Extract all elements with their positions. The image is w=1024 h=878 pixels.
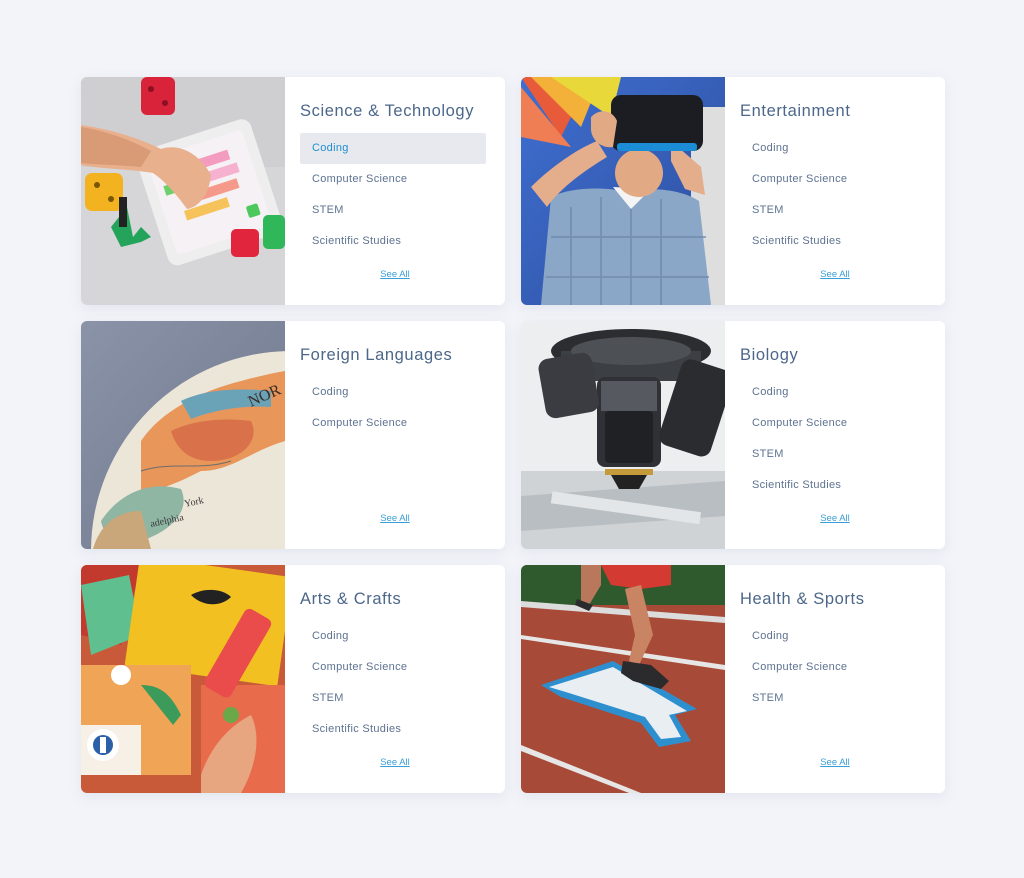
card-subcategory-list: Coding Computer Science STEM Scientific Stu… — [300, 621, 489, 745]
subcategory-link[interactable]: Scientific Studies — [300, 714, 486, 745]
subcategory-link[interactable]: Computer Science — [740, 164, 926, 195]
subcategory-link[interactable]: STEM — [740, 439, 926, 470]
card-title: Arts & Crafts — [300, 590, 402, 608]
card-title: Entertainment — [740, 102, 851, 120]
see-all-link[interactable]: See All — [725, 757, 945, 768]
running-track-photo — [521, 565, 725, 793]
subcategory-link[interactable]: Computer Science — [740, 652, 926, 683]
subcategory-link[interactable]: Scientific Studies — [740, 470, 926, 501]
see-all-link[interactable]: See All — [285, 269, 505, 280]
category-card-3: Biology Coding Computer Science STEM Scient… — [521, 321, 945, 549]
card-title: Health & Sports — [740, 590, 865, 608]
paper-crafts-photo — [81, 565, 285, 793]
microscope-photo — [521, 321, 725, 549]
card-info: Entertainment Coding Computer Science STEM… — [725, 77, 945, 305]
subcategory-link[interactable]: Scientific Studies — [740, 226, 926, 257]
category-card-4: Arts & Crafts Coding Computer Science STEM… — [81, 565, 505, 793]
category-card-1: Entertainment Coding Computer Science STEM… — [521, 77, 945, 305]
card-info: Biology Coding Computer Science STEM Scient… — [725, 321, 945, 549]
see-all-link[interactable]: See All — [725, 269, 945, 280]
card-title: Biology — [740, 346, 799, 364]
subcategory-link[interactable]: Coding — [300, 377, 486, 408]
subcategory-link[interactable]: Coding — [740, 621, 926, 652]
see-all-link[interactable]: See All — [285, 513, 505, 524]
card-subcategory-list: Coding Computer Science — [300, 377, 489, 439]
card-subcategory-list: Coding Computer Science STEM Scientific Stu… — [740, 377, 929, 501]
subcategory-link[interactable]: Coding — [300, 621, 486, 652]
globe-photo: NOR York adelphia — [81, 321, 285, 549]
category-card-5: Health & Sports Coding Computer Science ST… — [521, 565, 945, 793]
card-info: Foreign Languages Coding Computer Science… — [285, 321, 505, 549]
card-info: Arts & Crafts Coding Computer Science STEM… — [285, 565, 505, 793]
see-all-link[interactable]: See All — [285, 757, 505, 768]
kid-tablet-coding-photo — [81, 77, 285, 305]
subcategory-link[interactable]: Computer Science — [300, 652, 486, 683]
subcategory-link[interactable]: Scientific Studies — [300, 226, 486, 257]
subcategory-link[interactable]: Computer Science — [300, 164, 486, 195]
vr-headset-child-photo — [521, 77, 725, 305]
subcategory-link[interactable]: STEM — [740, 683, 926, 714]
card-subcategory-list: Coding Computer Science STEM — [740, 621, 929, 714]
category-card-2: NOR York adelphia Foreign Languages Codi… — [81, 321, 505, 549]
subcategory-link[interactable]: STEM — [740, 195, 926, 226]
category-card-0: Science & Technology Coding Computer Scie… — [81, 77, 505, 305]
category-grid: Science & Technology Coding Computer Scie… — [81, 77, 945, 793]
card-title: Foreign Languages — [300, 346, 453, 364]
see-all-link[interactable]: See All — [725, 513, 945, 524]
card-subcategory-list: Coding Computer Science STEM Scientific Stu… — [300, 133, 489, 257]
card-info: Science & Technology Coding Computer Scie… — [285, 77, 505, 305]
subcategory-link[interactable]: Coding — [300, 133, 486, 164]
card-info: Health & Sports Coding Computer Science ST… — [725, 565, 945, 793]
subcategory-link[interactable]: Computer Science — [300, 408, 486, 439]
subcategory-link[interactable]: STEM — [300, 683, 486, 714]
card-subcategory-list: Coding Computer Science STEM Scientific Stu… — [740, 133, 929, 257]
subcategory-link[interactable]: Coding — [740, 133, 926, 164]
subcategory-link[interactable]: Computer Science — [740, 408, 926, 439]
card-title: Science & Technology — [300, 102, 475, 120]
subcategory-link[interactable]: Coding — [740, 377, 926, 408]
subcategory-link[interactable]: STEM — [300, 195, 486, 226]
